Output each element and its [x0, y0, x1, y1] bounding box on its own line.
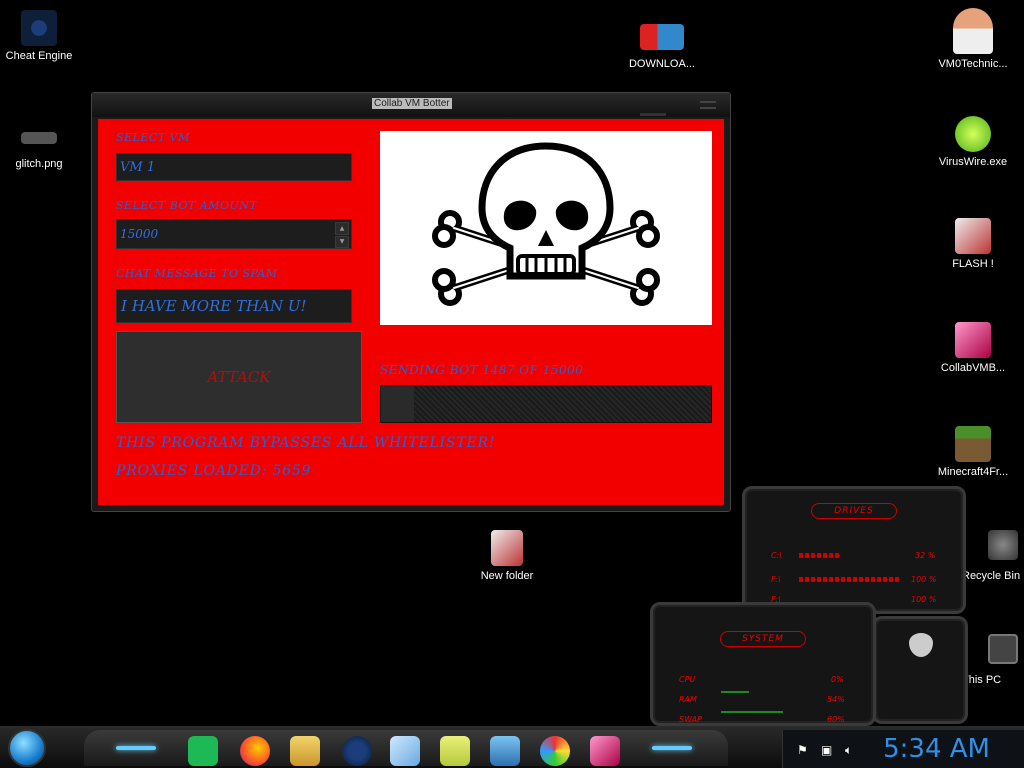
- desktop-icon-label: New folder: [480, 570, 534, 582]
- drive-bar: [799, 553, 839, 558]
- bot-amount-label: SELECT BOT AMOUNT: [116, 199, 258, 212]
- video-thumbnail-icon: [640, 24, 684, 50]
- minecraft-grass-block-icon: [955, 426, 991, 462]
- desktop-icon-minecraft[interactable]: Minecraft4Fr...: [928, 426, 1018, 478]
- volume-icon[interactable]: 🔈︎: [845, 743, 852, 758]
- drive-row-value: 100 %: [911, 595, 937, 604]
- select-vm-dropdown[interactable]: VM 1: [116, 153, 352, 181]
- notepad-icon[interactable]: [390, 736, 420, 766]
- ram-graph-line: [721, 691, 749, 693]
- spinner-down-icon[interactable]: ▼: [335, 235, 349, 248]
- bot-amount-value: 15000: [120, 227, 159, 241]
- desktop-icon-label: VirusWire.exe: [938, 156, 1008, 168]
- window-titlebar[interactable]: Collab VM Botter: [92, 93, 730, 117]
- desktop-icon-cheat-engine[interactable]: Cheat Engine: [0, 10, 84, 62]
- skull-image: [380, 131, 712, 325]
- drive-row-label: C:\: [771, 551, 782, 560]
- system-row-label: RAM: [679, 695, 697, 704]
- drive-row-label: F:\: [771, 575, 781, 584]
- folder-icon: [955, 218, 991, 254]
- recycle-bin-icon: [988, 530, 1018, 560]
- desktop-icon-label: VM0Technic...: [938, 58, 1008, 70]
- system-gadget[interactable]: SYSTEM CPU 0% RAM 54% SWAP 60%: [650, 602, 876, 726]
- bot-amount-spinner[interactable]: ▲ ▼: [335, 222, 349, 248]
- firefox-icon[interactable]: [240, 736, 270, 766]
- folder-icon: [491, 530, 523, 566]
- skull-crossbones-icon: [432, 142, 660, 306]
- desktop-icon-label: DOWNLOA...: [628, 58, 695, 70]
- taskbar: ⚑ ▣ 🔈︎ 5:34 AM: [0, 726, 1024, 768]
- desktop-icon-collabvmb[interactable]: CollabVMB...: [928, 322, 1018, 374]
- lime-icon: [955, 116, 991, 152]
- computer-icon: [988, 634, 1018, 664]
- alien-head-icon: [909, 633, 933, 657]
- system-gadget-title: SYSTEM: [720, 631, 806, 647]
- drive-row-value: 32 %: [915, 551, 936, 560]
- system-row-value: 60%: [827, 715, 845, 724]
- desktop-icon-label: Minecraft4Fr...: [937, 466, 1009, 478]
- desktop-icon-glitch-png[interactable]: glitch.png: [0, 126, 84, 170]
- monitor-icon: [955, 322, 991, 358]
- proxies-loaded-text: PROXIES LOADED: 5659: [116, 463, 312, 479]
- desktop-icon-viruswire[interactable]: VirusWire.exe: [928, 116, 1018, 168]
- paint-icon[interactable]: [540, 736, 570, 766]
- collab-monitor-icon[interactable]: [590, 736, 620, 766]
- desktop-icon-new-folder[interactable]: New folder: [462, 530, 552, 582]
- sending-status: SENDING BOT 1487 OF 15000: [380, 363, 584, 377]
- bypass-text: THIS PROGRAM BYPASSES ALL WHITELISTER!: [116, 435, 496, 451]
- collab-vm-botter-window: Collab VM Botter SELECT VM VM 1 SELECT B…: [91, 92, 731, 512]
- system-row-value: 54%: [827, 695, 845, 704]
- drive-bar: [799, 577, 899, 582]
- desktop-icon-vm0technic[interactable]: VM0Technic...: [928, 8, 1018, 70]
- notes-app-icon[interactable]: [188, 736, 218, 766]
- system-tray: ⚑ ▣ 🔈︎ 5:34 AM: [782, 730, 1024, 768]
- chat-message-input[interactable]: I HAVE MORE THAN U!: [116, 289, 352, 323]
- send-progress-fill: [381, 386, 414, 422]
- cheat-engine-taskbar-icon[interactable]: [342, 736, 372, 766]
- system-row-label: CPU: [679, 675, 696, 684]
- dock-glow: [652, 746, 692, 750]
- window-title: Collab VM Botter: [372, 98, 452, 109]
- swap-graph-line: [721, 711, 783, 713]
- cheat-engine-icon: [21, 10, 57, 46]
- select-vm-value: VM 1: [120, 159, 156, 175]
- menu-icon[interactable]: [700, 101, 716, 109]
- desktop-icon-download[interactable]: DOWNLOA...: [617, 24, 707, 70]
- window-body: SELECT VM VM 1 SELECT BOT AMOUNT 15000 ▲…: [98, 119, 724, 505]
- taskbar-clock[interactable]: 5:34 AM: [883, 734, 990, 764]
- drive-row-value: 100 %: [911, 575, 937, 584]
- chat-message-value: I HAVE MORE THAN U!: [121, 297, 307, 315]
- desktop-icon-label: CollabVMB...: [940, 362, 1006, 374]
- dock-glow: [116, 746, 156, 750]
- user-doctor-icon: [953, 8, 993, 54]
- network-icon[interactable]: ▣: [821, 743, 832, 757]
- chat-message-label: CHAT MESSAGE TO SPAM: [116, 267, 278, 280]
- photos-icon[interactable]: [490, 736, 520, 766]
- start-button[interactable]: [8, 729, 46, 767]
- desktop-icon-flash[interactable]: FLASH !: [928, 218, 1018, 270]
- spinner-up-icon[interactable]: ▲: [335, 222, 349, 235]
- alienware-gadget[interactable]: [872, 616, 968, 724]
- desktop-icon-recycle-bin[interactable]: Recycle Bin: [958, 530, 1024, 582]
- graph-tool-icon[interactable]: [440, 736, 470, 766]
- action-center-flag-icon[interactable]: ⚑: [797, 743, 808, 757]
- drives-gadget[interactable]: DRIVES C:\ 32 % F:\ 100 % F:\ 100 %: [742, 486, 966, 614]
- bot-amount-input[interactable]: 15000 ▲ ▼: [116, 219, 352, 249]
- desktop-icon-label: FLASH !: [952, 258, 994, 270]
- minimize-button[interactable]: [640, 113, 666, 116]
- desktop-icon-label: glitch.png: [15, 158, 63, 170]
- system-row-value: 0%: [831, 675, 844, 684]
- select-vm-label: SELECT VM: [116, 131, 190, 144]
- taskbar-dock: [84, 730, 728, 766]
- attack-button[interactable]: ATTACK: [116, 331, 362, 423]
- file-explorer-icon[interactable]: [290, 736, 320, 766]
- image-file-icon: [21, 132, 57, 144]
- send-progress-bar: [380, 385, 712, 423]
- drives-gadget-title: DRIVES: [811, 503, 897, 519]
- system-row-label: SWAP: [679, 715, 702, 724]
- desktop-icon-label: Recycle Bin: [962, 570, 1021, 582]
- desktop-icon-label: Cheat Engine: [5, 50, 73, 62]
